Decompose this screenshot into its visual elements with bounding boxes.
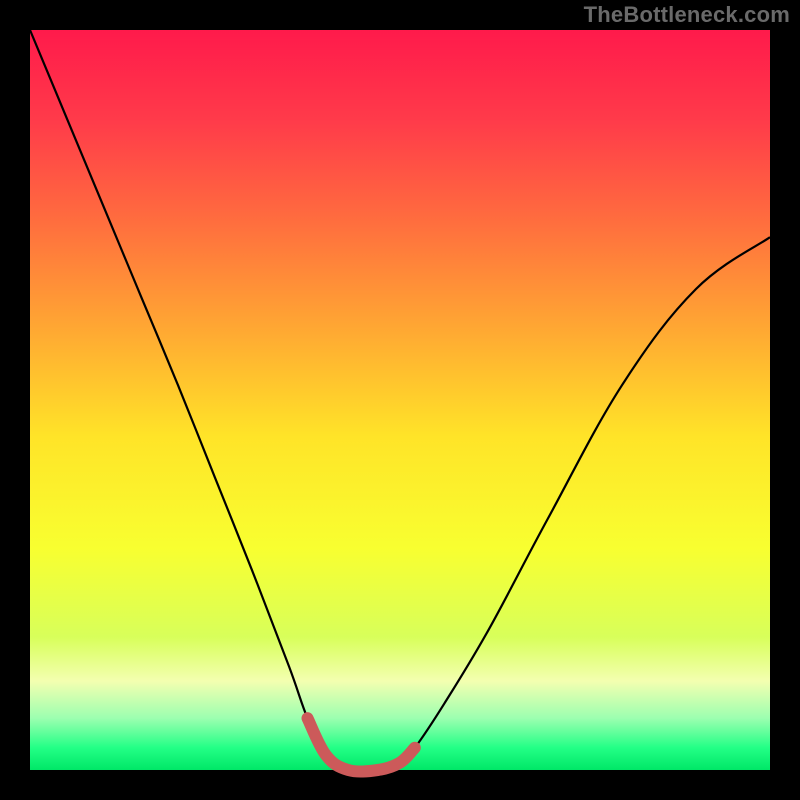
- bottleneck-chart: [0, 0, 800, 800]
- chart-frame: TheBottleneck.com: [0, 0, 800, 800]
- watermark-text: TheBottleneck.com: [584, 2, 790, 28]
- plot-background: [30, 30, 770, 770]
